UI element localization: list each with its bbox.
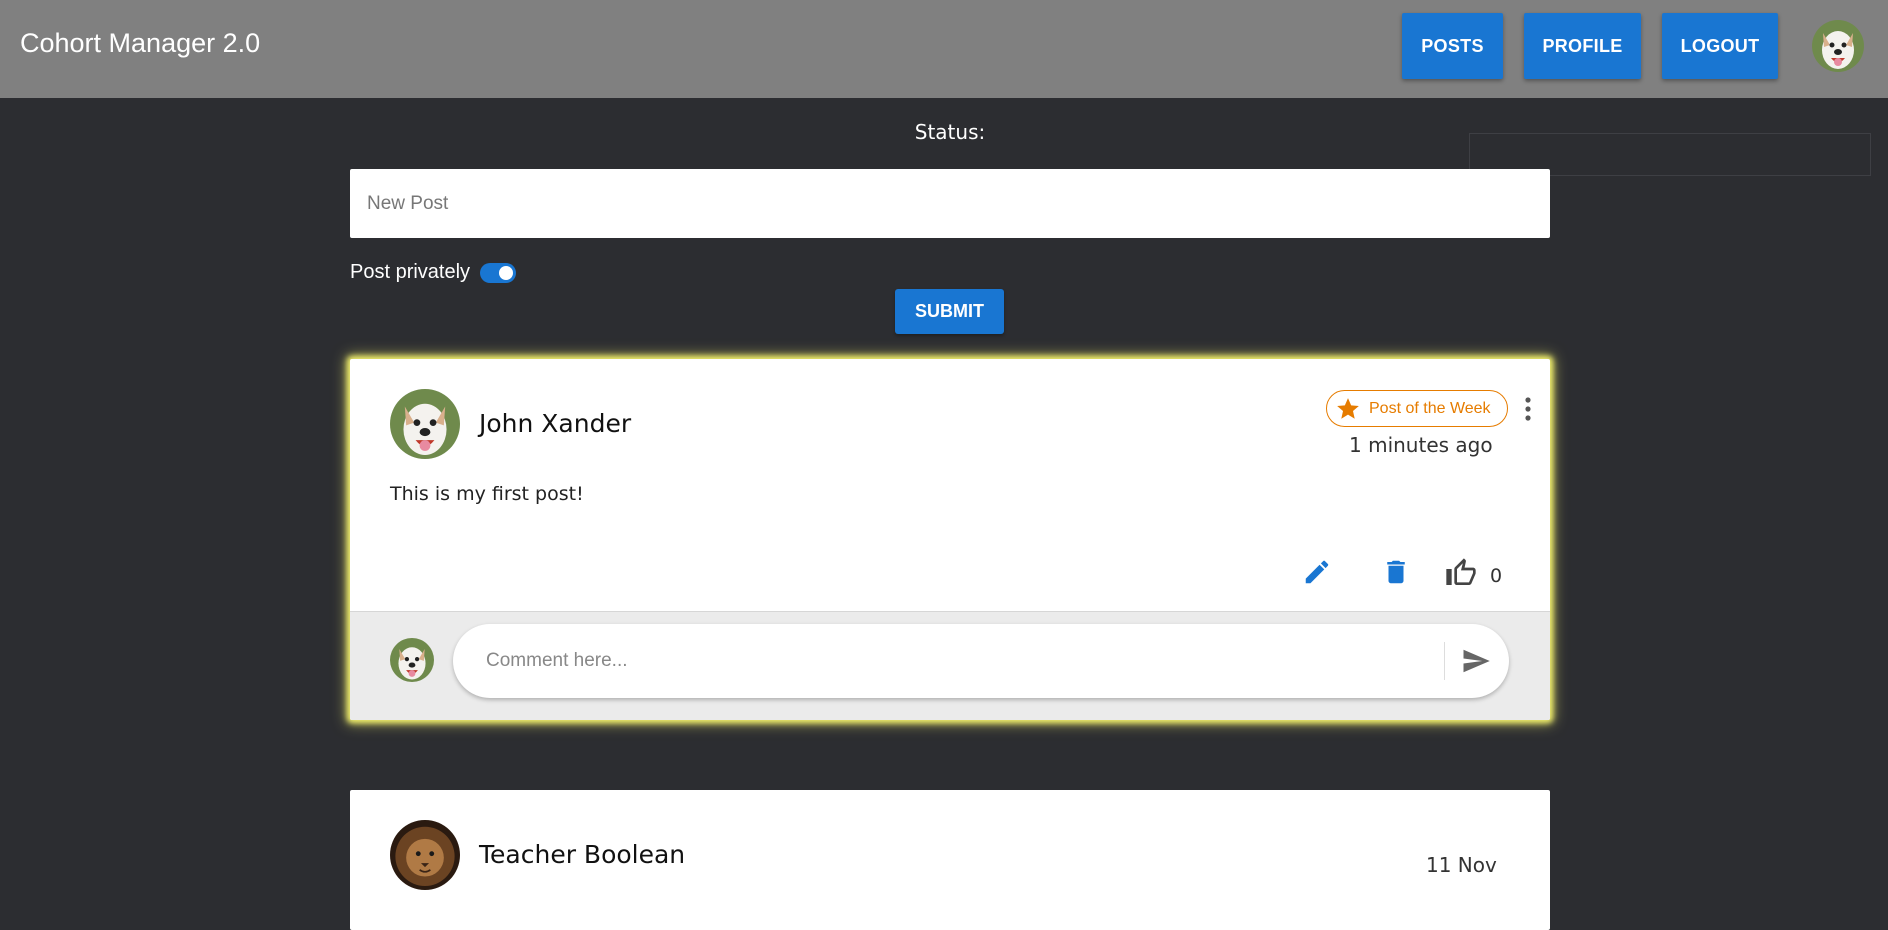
posts-button[interactable]: POSTS <box>1402 13 1503 79</box>
commenter-avatar <box>390 638 434 682</box>
app-title: Cohort Manager 2.0 <box>20 28 261 58</box>
dog-avatar-icon <box>390 389 460 459</box>
dog-avatar-icon <box>390 638 434 682</box>
post-privately-toggle[interactable] <box>480 262 517 283</box>
profile-button[interactable]: PROFILE <box>1524 13 1641 79</box>
author-avatar[interactable] <box>390 389 460 459</box>
star-icon <box>1337 397 1359 419</box>
post-privately-row: Post privately <box>350 261 517 284</box>
post-card: Teacher Boolean 11 Nov <box>350 790 1550 930</box>
post-of-the-week-badge: Post of the Week <box>1326 390 1508 427</box>
logout-button[interactable]: LOGOUT <box>1662 13 1778 79</box>
badge-label: Post of the Week <box>1369 399 1491 417</box>
top-app-bar: Cohort Manager 2.0 POSTS PROFILE LOGOUT <box>0 0 1888 98</box>
author-name[interactable]: Teacher Boolean <box>479 840 685 869</box>
like-count: 0 <box>1490 565 1503 587</box>
post-body: This is my first post! <box>390 483 584 505</box>
send-icon[interactable] <box>1461 646 1491 676</box>
new-post-placeholder: New Post <box>367 192 449 214</box>
comment-divider <box>1444 642 1445 680</box>
edit-icon[interactable] <box>1302 557 1332 587</box>
toggle-knob <box>499 265 514 280</box>
submit-button[interactable]: SUBMIT <box>895 289 1004 334</box>
like-icon[interactable] <box>1445 557 1477 589</box>
dog-avatar-icon <box>1812 20 1864 72</box>
post-time: 1 minutes ago <box>1349 433 1493 457</box>
post-card: John Xander Post of the Week 1 minutes a… <box>350 359 1550 720</box>
post-privately-label: Post privately <box>350 261 471 283</box>
delete-icon[interactable] <box>1381 557 1411 587</box>
user-avatar[interactable] <box>1812 20 1864 72</box>
author-avatar[interactable] <box>390 820 460 890</box>
new-post-input[interactable]: New Post <box>350 169 1550 238</box>
more-options-icon[interactable] <box>1520 395 1536 423</box>
post-time: 11 Nov <box>1426 853 1497 877</box>
comment-input[interactable]: Comment here... <box>453 624 1509 698</box>
author-name[interactable]: John Xander <box>479 409 631 438</box>
comment-bar: Comment here... <box>350 611 1550 720</box>
comment-placeholder: Comment here... <box>486 650 628 671</box>
lion-avatar-icon <box>390 820 460 890</box>
